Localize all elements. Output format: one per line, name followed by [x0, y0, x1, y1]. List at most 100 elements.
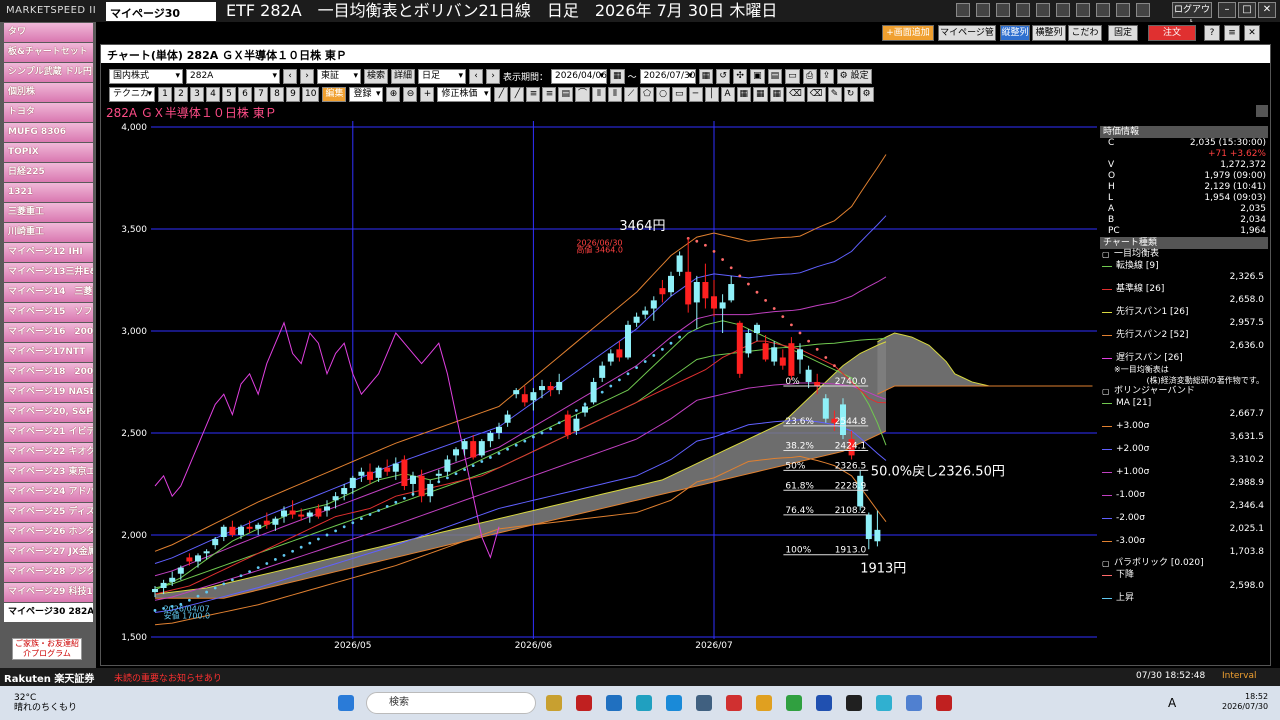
app-icon[interactable] [546, 695, 562, 711]
drawing-tool-icon[interactable]: ⌒ [574, 86, 590, 102]
drawing-tool-icon[interactable]: │ [704, 86, 719, 102]
technical-slot-button[interactable]: 7 [254, 86, 268, 102]
indicator-line[interactable]: 転換線 [9] [1100, 260, 1268, 272]
drawing-tool-icon[interactable]: A [720, 86, 735, 102]
sidebar-item[interactable]: マイページ26 ホンダ [4, 523, 93, 542]
drawing-tool-icon[interactable]: ⚙ [859, 86, 874, 102]
indicator-section-bollinger[interactable]: ボリンジャーバンド [1100, 386, 1268, 397]
sidebar-item[interactable]: トヨタ [4, 103, 93, 122]
logout-button[interactable]: ログアウト [1172, 2, 1212, 29]
indicator-line[interactable]: +1.00σ [1100, 466, 1268, 478]
sidebar-item[interactable]: 三菱重工 [4, 203, 93, 222]
calendar-icon[interactable]: ▦ [698, 68, 714, 84]
crosshair-icon[interactable]: + [420, 86, 435, 102]
drawing-tool-icon[interactable]: ▤ [558, 86, 573, 102]
tool-icon[interactable] [1076, 3, 1090, 17]
period-select[interactable]: 日足 [418, 68, 467, 84]
save-icon[interactable]: ▭ [785, 68, 800, 84]
app-icon[interactable] [636, 695, 652, 711]
chrome-icon[interactable] [786, 695, 802, 711]
technical-slot-button[interactable]: 5 [222, 86, 236, 102]
indicator-line[interactable]: +2.00σ [1100, 443, 1268, 455]
indicator-line[interactable]: -1.00σ [1100, 489, 1268, 501]
technical-slot-button[interactable]: 9 [286, 86, 300, 102]
context-tab[interactable]: マイページ30 282A [106, 2, 216, 34]
grid-icon[interactable]: ▣ [750, 68, 765, 84]
app-icon[interactable] [576, 695, 592, 711]
app-icon[interactable] [606, 695, 622, 711]
sidebar-item[interactable]: マイページ15 ソフトバ [4, 303, 93, 322]
close-icon[interactable]: ✕ [1258, 2, 1276, 18]
sidebar-item[interactable]: マイページ28 フジクラ [4, 563, 93, 582]
sidebar-item[interactable]: マイページ20, S&P50 [4, 403, 93, 422]
indicator-line[interactable]: 遅行スパン [26] [1100, 352, 1268, 364]
tool-icon[interactable] [1056, 3, 1070, 17]
indicator-line[interactable]: 下降 [1100, 569, 1268, 581]
technical-slot-button[interactable]: 2 [174, 86, 188, 102]
indicator-line[interactable]: 先行スパン1 [26] [1100, 306, 1268, 318]
drawing-tool-icon[interactable]: ≡ [526, 86, 541, 102]
sidebar-item[interactable]: マイページ24 アドバン [4, 483, 93, 502]
referral-banner[interactable]: ご家族・お友達紹介プログラム [12, 638, 82, 660]
order-button[interactable]: 注文 [1148, 25, 1196, 41]
close-icon[interactable]: ✕ [1244, 25, 1260, 41]
drawing-tool-icon[interactable]: ╱ [510, 86, 525, 102]
drawing-tool-icon[interactable]: ⌫ [786, 86, 805, 102]
indicator-section-psar[interactable]: パラボリック [0.020] [1100, 558, 1268, 569]
adjust-price-select[interactable]: 修正株価 [437, 86, 492, 102]
marketspeed-icon[interactable] [846, 695, 862, 711]
export-icon[interactable]: ⇪ [819, 68, 834, 84]
print-icon[interactable]: ⎙ [802, 68, 817, 84]
help-icon[interactable]: ? [1204, 25, 1220, 41]
indicator-line[interactable]: MA [21] [1100, 397, 1268, 409]
app-icon[interactable] [726, 695, 742, 711]
minimize-icon[interactable]: – [1218, 2, 1236, 18]
word-icon[interactable] [816, 695, 832, 711]
drawing-tool-icon[interactable]: ▭ [672, 86, 687, 102]
sidebar-item[interactable]: シンプル武蔵 ドル円Bid [4, 63, 93, 82]
register-select[interactable]: 登録 [349, 86, 384, 102]
sidebar-item[interactable]: タワ [4, 23, 93, 42]
drawing-tool-icon[interactable]: ○ [656, 86, 670, 102]
sidebar-item[interactable]: 川崎重工 [4, 223, 93, 242]
sidebar-item[interactable]: マイページ14 三菱電 [4, 283, 93, 302]
drawing-tool-icon[interactable]: ⦀ [608, 86, 622, 102]
next-period-icon[interactable]: › [486, 68, 501, 84]
app-icon[interactable] [696, 695, 712, 711]
indicator-line[interactable]: +3.00σ [1100, 420, 1268, 432]
drawing-tool-icon[interactable]: ▦ [736, 86, 752, 102]
settings-button[interactable]: ⚙ 設定 [836, 68, 872, 84]
sidebar-item[interactable]: マイページ22 キオクシ [4, 443, 93, 462]
sidebar-item[interactable]: 板&チャートセット [4, 43, 93, 62]
sidebar-item[interactable]: マイページ30 282A [4, 603, 93, 622]
add-screen-button[interactable]: +画面追加 [882, 25, 934, 41]
technical-slot-button[interactable]: 3 [190, 86, 204, 102]
tool-icon[interactable] [1016, 3, 1030, 17]
compare-icon[interactable]: ▤ [767, 68, 783, 84]
tool-icon[interactable] [1036, 3, 1050, 17]
indicator-line[interactable]: -2.00σ [1100, 512, 1268, 524]
exchange-select[interactable]: 東証 [317, 68, 361, 84]
fix-button[interactable]: 固定 [1108, 25, 1138, 41]
drawing-tool-icon[interactable]: ✎ [827, 86, 842, 102]
technical-slot-button[interactable]: 1 [158, 86, 172, 102]
drawing-tool-icon[interactable]: ⟋ [624, 86, 638, 102]
drawing-tool-icon[interactable]: ⌫ [806, 86, 826, 102]
edit-button[interactable]: 編集 [322, 86, 347, 102]
drawing-tool-icon[interactable]: ⬠ [640, 86, 654, 102]
sidebar-item[interactable]: TOPIX [4, 143, 93, 162]
indicator-line[interactable]: 基準線 [26] [1100, 283, 1268, 295]
drawing-tool-icon[interactable]: ╱ [494, 86, 509, 102]
next-icon[interactable]: › [300, 68, 314, 84]
unread-notice-link[interactable]: 未読の重要なお知らせあり [114, 671, 222, 684]
drawing-tool-icon[interactable]: ≡ [542, 86, 557, 102]
indicator-line[interactable]: -3.00σ [1100, 535, 1268, 547]
undo-icon[interactable]: ↺ [716, 68, 731, 84]
code-input[interactable]: 282A [186, 68, 280, 84]
sidebar-item[interactable]: マイページ21 イビデン [4, 423, 93, 442]
preference-button[interactable]: こだわり [1068, 25, 1102, 52]
ime-indicator[interactable]: A [1168, 696, 1176, 710]
sidebar-item[interactable]: マイページ16 200A [4, 323, 93, 342]
app-icon[interactable] [876, 695, 892, 711]
zoom-out-icon[interactable]: ⊖ [403, 86, 418, 102]
